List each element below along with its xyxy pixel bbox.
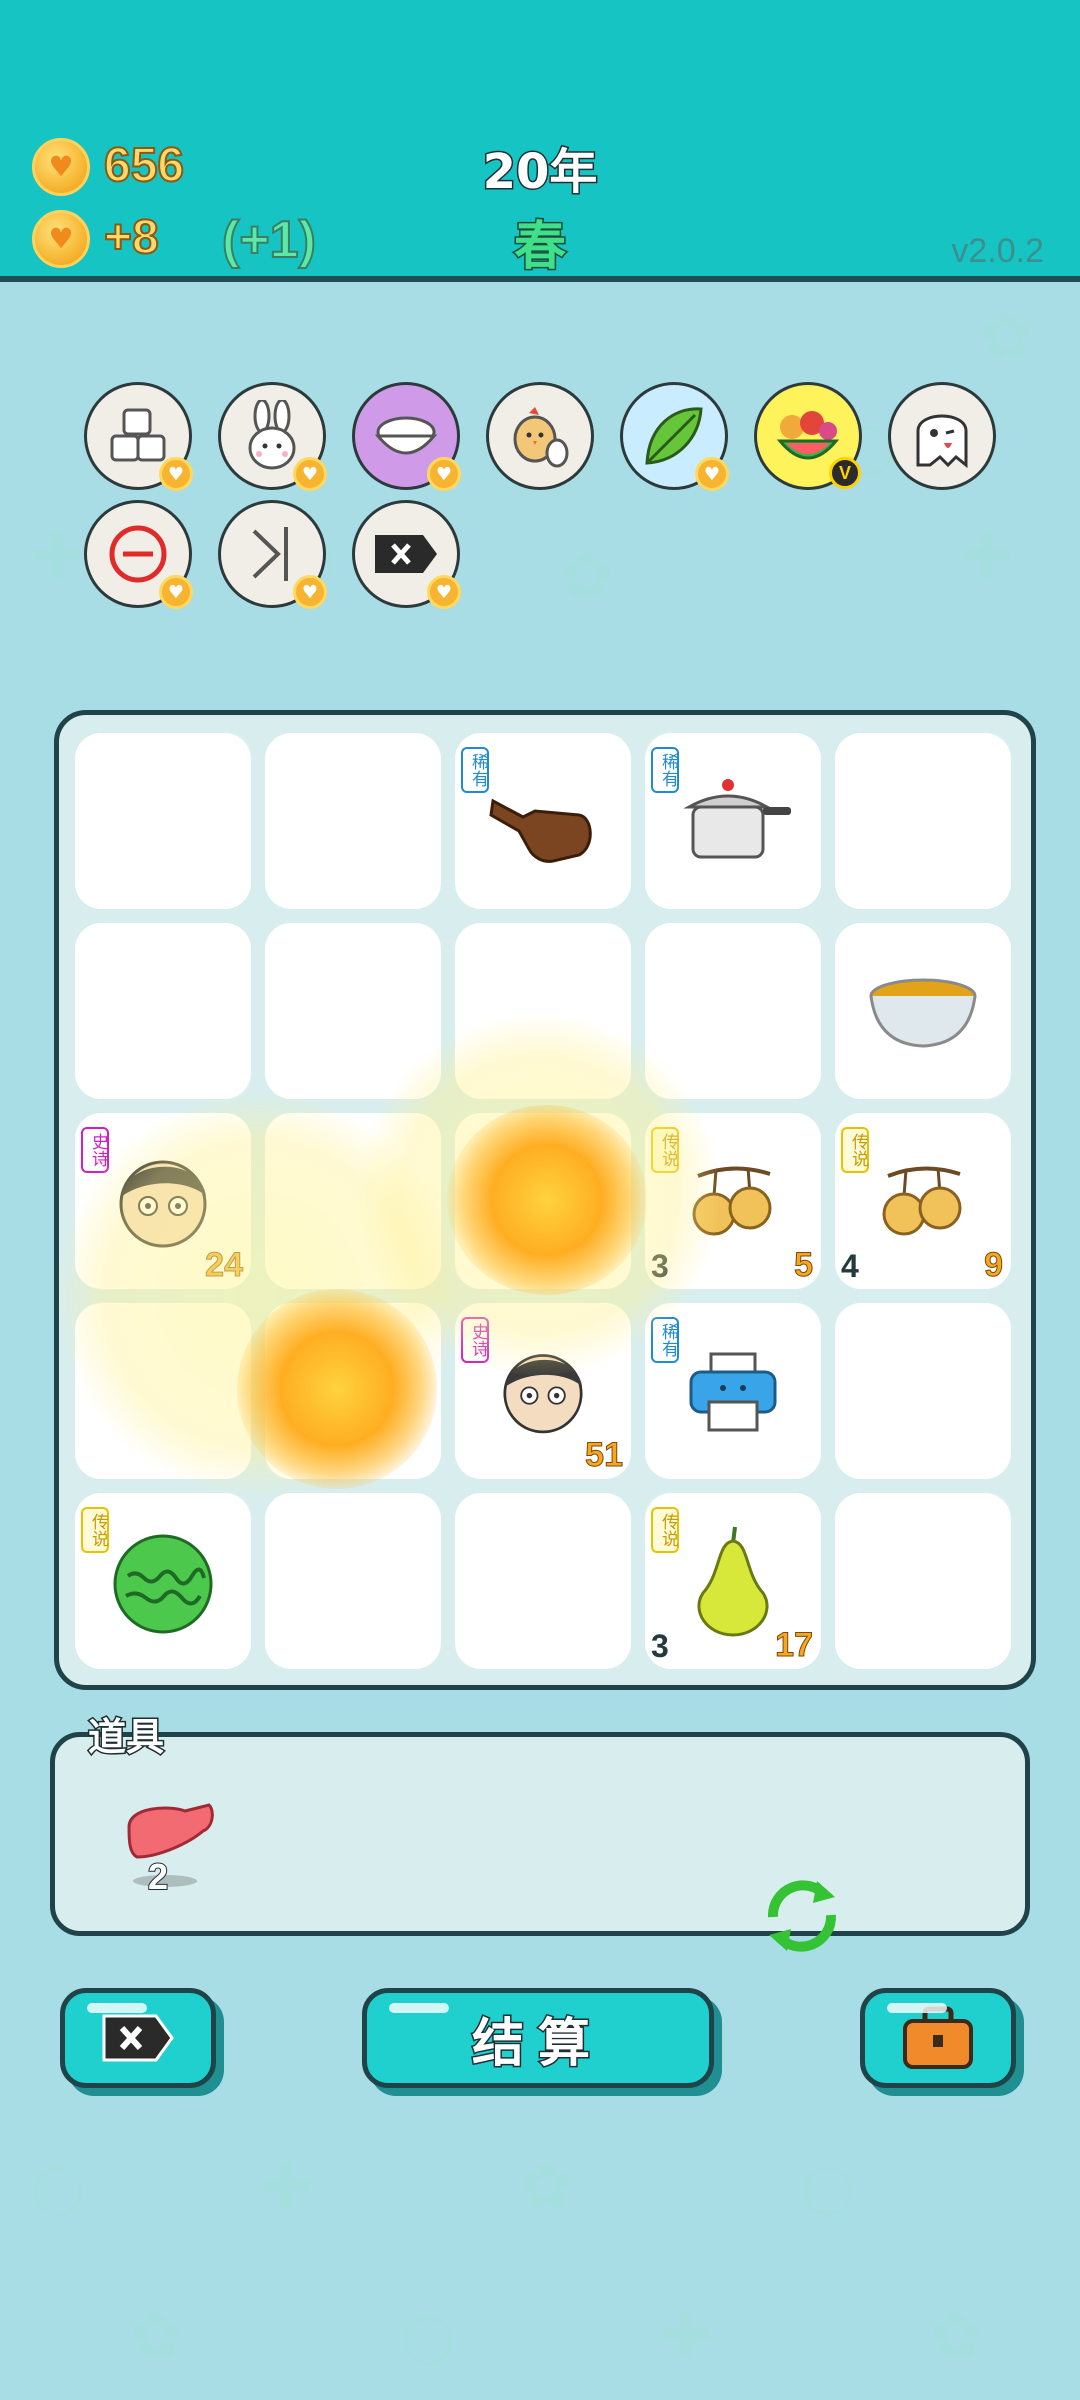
tool-count: 2 [147,1855,169,1898]
cell-value: 51 [585,1436,624,1475]
rarity-tag: 稀有 [461,747,489,793]
board-cell-r3c2[interactable]: 史诗 51 [455,1303,631,1479]
board-cell-r4c1[interactable] [265,1493,441,1669]
pointing-hand-icon [489,798,592,863]
board-cell-r2c3[interactable]: 传说 3 5 [645,1113,821,1289]
skip-icon[interactable]: ♥ [218,500,327,609]
settle-label: 结算 [470,2012,604,2075]
rarity-tag: 传说 [651,1127,679,1173]
board-cell-r2c0[interactable]: 史诗 24 [75,1113,251,1289]
rarity-tag: 传说 [81,1507,109,1553]
board-cell-r0c3[interactable]: 稀有 [645,733,821,909]
rarity-tag: 传说 [651,1507,679,1553]
coin-total: 656 [103,138,185,193]
version-label: v2.0.2 [951,232,1044,270]
income-coin-icon: ♥ [32,210,90,268]
board-cell-r4c0[interactable]: 传说 [75,1493,251,1669]
board-cell-r3c1[interactable] [265,1303,441,1479]
delete-tag-icon [102,2014,174,2062]
board-cell-r2c4[interactable]: 传说 4 9 [835,1113,1011,1289]
board-cell-r0c4[interactable] [835,733,1011,909]
board-cell-r4c2[interactable] [455,1493,631,1669]
coin-badge-icon: ♥ [159,457,193,491]
leaf-icon[interactable]: ♥ [620,382,729,491]
coin-icon: ♥ [32,138,90,196]
season-label: 春 [512,216,567,279]
delete-button[interactable] [60,1988,216,2088]
fruit-basket-icon[interactable]: V [754,382,862,490]
pressure-cooker-icon [683,779,791,859]
rarity-tag: 稀有 [651,1317,679,1363]
pear-icon [697,1526,769,1637]
cell-count: 3 [651,1248,669,1284]
cell-count: 3 [651,1628,669,1664]
tools-title: 道具 [86,1714,165,1761]
board-cell-r1c0[interactable] [75,923,251,1099]
longan-icon [882,1166,962,1236]
board-cell-r4c3[interactable]: 传说 3 17 [645,1493,821,1669]
sugar-cubes-icon[interactable]: ♥ [84,382,193,491]
rarity-tag: 稀有 [651,747,679,793]
coin-badge-icon: ♥ [427,575,461,609]
income-value: +8 [103,210,160,265]
rarity-tag: 传说 [841,1127,869,1173]
board-cell-r2c2[interactable] [455,1113,631,1289]
coin-badge-icon: ♥ [695,457,729,491]
coin-badge-icon: ♥ [293,575,327,609]
cell-value: 17 [775,1626,814,1665]
watermelon-icon [113,1534,213,1634]
coin-badge-icon: ♥ [293,457,327,491]
remove-icon[interactable]: ♥ [84,500,193,609]
man-face-icon [503,1354,583,1434]
chick-egg-icon[interactable] [486,382,594,490]
rarity-tag: 史诗 [461,1317,489,1363]
board-cell-r0c2[interactable]: 稀有 [455,733,631,909]
board-cell-r1c3[interactable] [645,923,821,1099]
game-board: 稀有 稀有 史诗 24 传说 3 5 传说 4 9 史诗 51 稀有 传说 传说… [54,710,1036,1690]
board-cell-r1c1[interactable] [265,923,441,1099]
tools-panel [50,1732,1030,1936]
board-cell-r4c4[interactable] [835,1493,1011,1669]
board-cell-r1c2[interactable] [455,923,631,1099]
rabbit-icon[interactable]: ♥ [218,382,327,491]
delete-tag-icon[interactable]: ♥ [352,500,461,609]
board-cell-r1c4[interactable] [835,923,1011,1099]
cell-count: 4 [841,1248,859,1284]
board-cell-r3c3[interactable]: 稀有 [645,1303,821,1479]
settle-button[interactable]: 结算 [362,1988,714,2088]
vip-badge: V [829,457,861,489]
board-cell-r2c1[interactable] [265,1113,441,1289]
bag-button[interactable] [860,1988,1016,2088]
printer-icon [689,1352,777,1432]
top-bar: ♥ 656 ♥ +8 (+1) 20年 春 v2.0.2 [0,0,1080,282]
refresh-icon[interactable] [756,1870,848,1962]
soup-bowl-icon [869,978,977,1048]
rice-bowl-icon[interactable]: ♥ [352,382,461,491]
board-cell-r3c0[interactable] [75,1303,251,1479]
cell-value: 5 [794,1246,814,1285]
coin-badge-icon: ♥ [159,575,193,609]
board-cell-r3c4[interactable] [835,1303,1011,1479]
cell-value: 24 [205,1246,244,1285]
board-cell-r0c1[interactable] [265,733,441,909]
man-face-icon [119,1160,207,1248]
income-bonus: (+1) [221,210,317,270]
rarity-tag: 史诗 [81,1127,109,1173]
briefcase-icon [903,2006,973,2069]
ghost-icon[interactable] [888,382,996,490]
board-cell-r0c0[interactable] [75,733,251,909]
coin-badge-icon: ♥ [427,457,461,491]
year-label: 20年 [481,143,599,202]
cell-value: 9 [984,1246,1004,1285]
longan-icon [692,1166,772,1236]
liver-icon[interactable] [119,1787,219,1887]
